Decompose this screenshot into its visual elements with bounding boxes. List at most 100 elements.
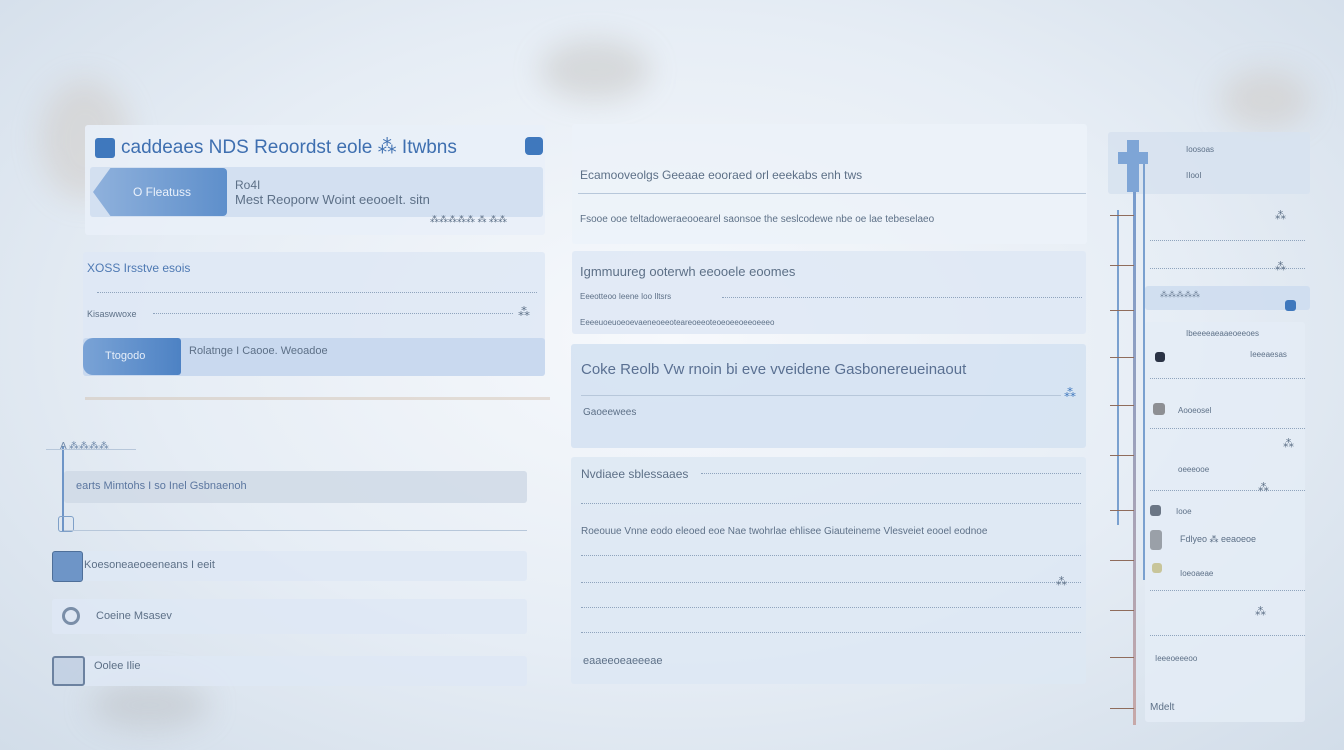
tag-chip[interactable]: O Fleatuss — [93, 168, 227, 216]
section-c: Nvdiaee sblessaaes Roeouue Vnne eodo ele… — [571, 457, 1086, 684]
stain-bottom-left — [90, 680, 210, 730]
right-rule — [1150, 428, 1305, 429]
status-card: XOSS Irsstve esois Kisaswwoxe ⁂ Ttogodo … — [83, 252, 545, 376]
status-dotted-line-2 — [153, 313, 513, 314]
right-rule — [1150, 590, 1305, 591]
right-row-label: Aooeosel — [1178, 406, 1212, 415]
right-row-label: Ioeoaeae — [1180, 569, 1214, 578]
right-row-label: oeeeooe — [1178, 465, 1210, 474]
dark-square-icon — [1155, 352, 1165, 362]
section-c-dotted-1 — [701, 473, 1081, 474]
middle-line-2: Fsooe ooe teltadoweraeooearel saonsoe th… — [580, 214, 935, 225]
section-c-dotted-6 — [581, 632, 1081, 633]
right-marker: ⁂ — [1255, 606, 1266, 618]
right-row-label: Iooe — [1176, 507, 1192, 516]
timeline-main-line — [1133, 140, 1136, 725]
timeline-tick — [1110, 405, 1134, 406]
section-b: Coke Reolb Vw rnoin bi eve vveidene Gasb… — [571, 344, 1086, 448]
right-row-label: Ioosoas — [1186, 145, 1215, 154]
list-item[interactable]: Oolee Ilie — [52, 656, 527, 686]
timeline-tick — [1110, 215, 1134, 216]
right-marker: ⁂ — [1275, 210, 1286, 222]
yellow-square-icon — [1152, 563, 1162, 573]
status-row-marker: ⁂ — [518, 305, 530, 319]
timeline-second-line — [1143, 160, 1145, 580]
timeline-tick — [1110, 560, 1134, 561]
square-icon — [95, 138, 115, 158]
list-item[interactable]: earts Mimtohs I so Inel Gsbnaenoh — [64, 471, 527, 503]
section-c-footer: eaaeeoeaeeeae — [583, 655, 663, 667]
circle-icon — [62, 607, 80, 625]
timeline-tick — [1110, 265, 1134, 266]
list-item-label: Koesoneaeoeeneans I eeit — [84, 559, 215, 571]
status-heading: XOSS Irsstve esois — [87, 261, 191, 275]
timeline-cross-handle[interactable] — [1118, 140, 1148, 192]
list-item-label: Coeine Msasev — [96, 610, 172, 622]
list-item-label: earts Mimtohs I so Inel Gsbnaenoh — [76, 480, 247, 492]
records-card: caddeaes NDS Reoordst eole ⁂ Itwbns O Fl… — [85, 125, 545, 235]
section-b-rule — [581, 395, 1061, 396]
middle-line-1-rule — [578, 193, 1086, 194]
right-row-label: ⁂⁂⁂⁂⁂ — [1160, 290, 1200, 299]
list-item[interactable]: Koesoneaeoeeneans I eeit — [52, 551, 527, 582]
detail-meta: ⁂⁂⁂⁂⁂ ⁂ ⁂⁂ — [430, 214, 508, 224]
right-rule — [1150, 378, 1305, 379]
monitor-icon — [52, 551, 83, 582]
section-c-title: Nvdiaee sblessaaes — [581, 467, 689, 481]
section-c-dotted-4 — [581, 582, 1081, 583]
section-c-dotted-2 — [581, 503, 1081, 504]
gray-square-icon — [1153, 403, 1165, 415]
stain-top — [540, 40, 650, 100]
right-row-label: IIooI — [1186, 171, 1202, 180]
timeline-tick — [1110, 357, 1134, 358]
right-row-label: Ibeeeeaeaaeoeeoes — [1186, 329, 1259, 338]
middle-line-1: Ecamooveolgs Geeaae eooraed orl eeekabs … — [580, 168, 863, 182]
detail-line-2: Mest Reoporw Woint eeooeIt. sitn — [235, 192, 430, 207]
square-button-icon[interactable] — [1285, 300, 1296, 311]
list-header-rule — [46, 449, 136, 450]
small-square-icon — [1150, 505, 1161, 516]
right-row-label: Ieeeoeeeoo — [1155, 654, 1198, 663]
status-button-label: Ttogodo — [105, 350, 146, 362]
list-header: A ⁂⁂⁂⁂ — [60, 441, 109, 452]
right-row-label: Fdlyeo ⁂ eeaoeoe — [1180, 534, 1257, 544]
stain-right-top — [1220, 70, 1310, 130]
records-title: caddeaes NDS Reoordst eole ⁂ Itwbns — [121, 137, 457, 158]
list-item-label: Oolee Ilie — [94, 660, 141, 672]
gray-square-icon — [1150, 530, 1162, 550]
timeline-tick — [1110, 510, 1134, 511]
timeline-tick — [1110, 708, 1134, 709]
square-button-icon[interactable] — [525, 137, 543, 155]
section-c-dotted-3 — [581, 555, 1081, 556]
timeline-tick — [1110, 455, 1134, 456]
detail-line-1: Ro4I — [235, 178, 261, 192]
middle-header-panel — [572, 124, 1087, 244]
right-rule — [1150, 635, 1305, 636]
timeline-tick — [1110, 310, 1134, 311]
right-marker: ⁂ — [1258, 482, 1269, 494]
right-row-label: Mdelt — [1150, 702, 1175, 713]
section-a-title: Igmmuureg ooterwh eeooele eoomes — [580, 264, 796, 279]
section-c-row-1: Roeouue Vnne eodo eleoed eoe Nae twohrla… — [581, 526, 988, 537]
status-button[interactable]: Ttogodo — [83, 338, 181, 375]
status-button-caption: Rolatnge I Caooe. Weoadoe — [189, 345, 328, 357]
timeline-third-line — [1117, 210, 1119, 525]
section-a-dotted-1 — [722, 297, 1082, 298]
right-rule — [1150, 240, 1305, 241]
window-icon — [52, 656, 85, 686]
section-c-marker: ⁂ — [1056, 576, 1067, 588]
section-b-title: Coke Reolb Vw rnoin bi eve vveidene Gasb… — [581, 361, 967, 378]
horizontal-divider — [85, 397, 550, 400]
section-a-row-2: Eeeeuoeuoeoevaeneoeeoteareoeeoteoeoeeoee… — [580, 318, 775, 327]
section-b-sub: Gaoeewees — [583, 407, 637, 418]
section-a: Igmmuureg ooterwh eeooele eoomes Eeeotte… — [572, 251, 1086, 334]
timeline-tick — [1110, 657, 1134, 658]
section-b-marker: ⁂ — [1064, 386, 1076, 400]
section-c-dotted-5 — [581, 607, 1081, 608]
list-separator — [64, 530, 527, 531]
right-rule — [1150, 490, 1305, 491]
status-dotted-line — [97, 292, 537, 293]
list-item[interactable]: Coeine Msasev — [52, 599, 527, 634]
timeline-tick — [1110, 610, 1134, 611]
right-row-label: Ieeeaesas — [1250, 350, 1287, 359]
